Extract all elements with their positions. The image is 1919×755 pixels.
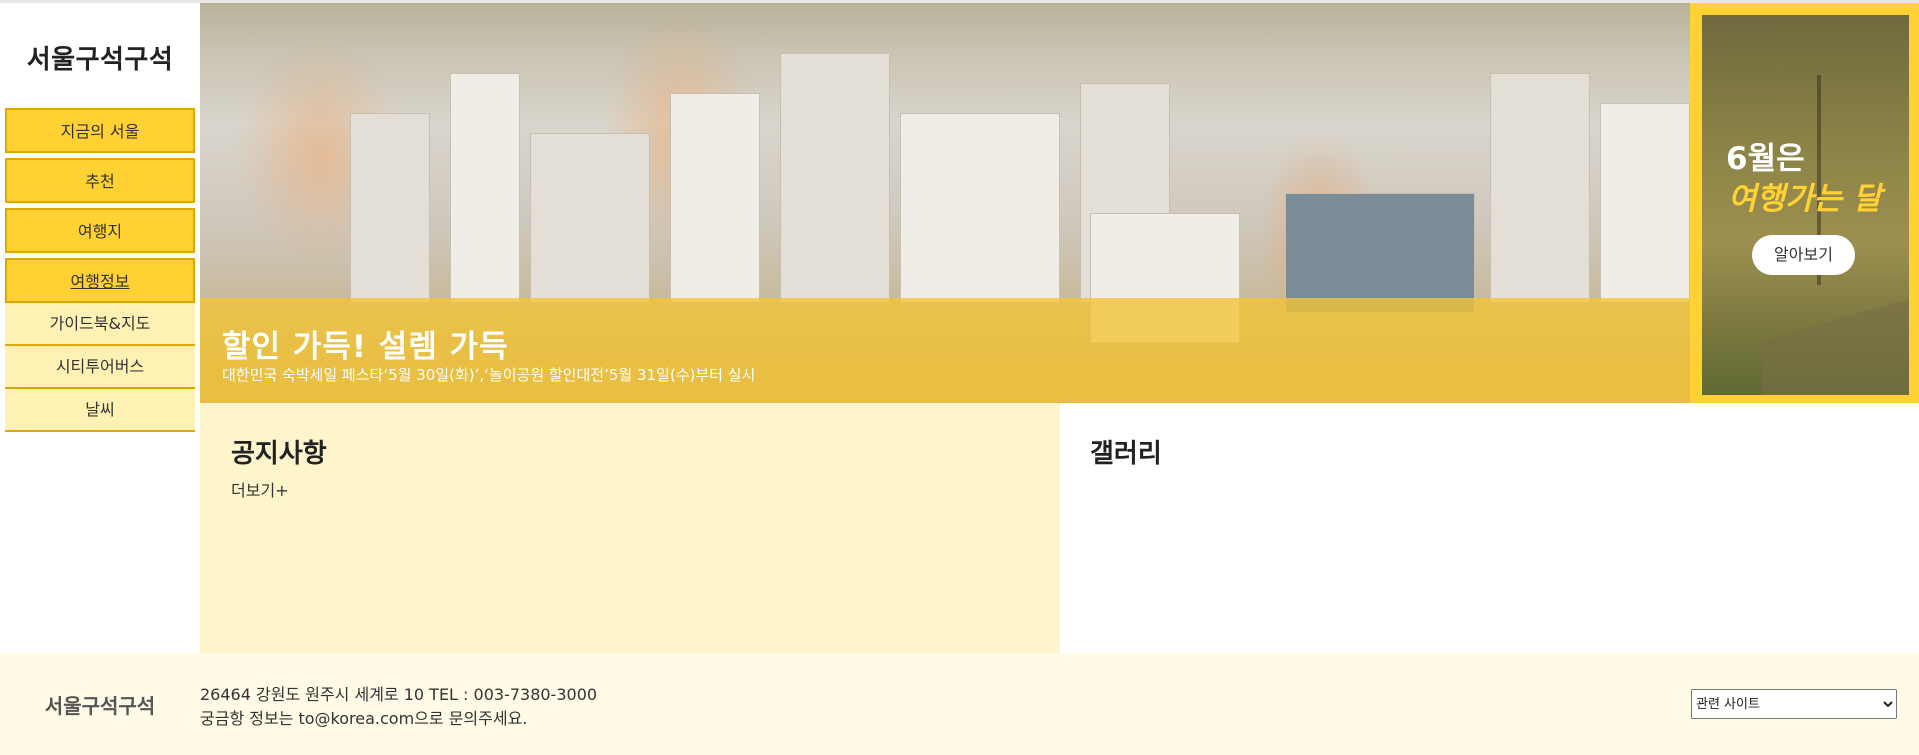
hero-title: 할인 가득! 설렘 가득 <box>222 329 509 365</box>
hero-building <box>1490 73 1590 303</box>
footer-contact: 궁금항 정보는 to@korea.com으로 문의주세요. <box>200 709 528 728</box>
menu-label: 여행정보 <box>70 272 130 291</box>
menu-label: 추천 <box>85 172 115 191</box>
promo-box: 6월은 여행가는 달 알아보기 <box>1690 3 1919 403</box>
hero-building <box>530 133 650 303</box>
submenu-label: 날씨 <box>85 400 115 419</box>
page: 서울구석구석 지금의 서울 추천 여행지 여행정보 가이드북&지도 시티투어버스… <box>0 0 1919 755</box>
footer-logo: 서울구석구석 <box>44 694 156 718</box>
menu-label: 지금의 서울 <box>60 122 140 141</box>
submenu-weather[interactable]: 날씨 <box>5 389 195 432</box>
hero-description: 대한민국 숙박세일 페스타‘5월 30일(화)’,‘놀이공원 할인대전’5월 3… <box>222 366 756 384</box>
fortress-wall <box>1762 289 1909 395</box>
sidebar: 서울구석구석 지금의 서울 추천 여행지 여행정보 가이드북&지도 시티투어버스… <box>0 3 200 653</box>
gallery-section: 갤러리 <box>1060 403 1919 653</box>
related-sites-select[interactable]: 관련 사이트 <box>1691 689 1897 719</box>
menu-now-seoul[interactable]: 지금의 서울 <box>5 108 195 153</box>
learn-more-button[interactable]: 알아보기 <box>1752 235 1855 275</box>
footer: 서울구석구석 26464 강원도 원주시 세계로 10 TEL : 003-73… <box>0 653 1919 755</box>
submenu-label: 시티투어버스 <box>55 357 145 376</box>
hero-building <box>1285 193 1475 313</box>
notice-more-link[interactable]: 더보기+ <box>231 477 289 501</box>
site-logo[interactable]: 서울구석구석 <box>0 39 200 76</box>
menu-label: 여행지 <box>77 222 123 241</box>
promo-heading-line2: 여행가는 달 <box>1728 181 1882 217</box>
notice-section: 공지사항 더보기+ <box>200 403 1060 653</box>
submenu-guidebook-map[interactable]: 가이드북&지도 <box>5 303 195 346</box>
submenu-label: 가이드북&지도 <box>49 314 151 333</box>
hero-building <box>900 113 1060 303</box>
hero-banner[interactable]: 할인 가득! 설렘 가득 대한민국 숙박세일 페스타‘5월 30일(화)’,‘놀… <box>200 3 1690 403</box>
promo-heading-line1: 6월은 <box>1726 141 1805 177</box>
footer-address: 26464 강원도 원주시 세계로 10 TEL : 003-7380-3000 <box>200 685 598 704</box>
menu-destinations[interactable]: 여행지 <box>5 208 195 253</box>
hero-building <box>780 53 890 303</box>
notice-title: 공지사항 <box>231 439 327 469</box>
hero-building <box>350 113 430 303</box>
gallery-title: 갤러리 <box>1090 439 1162 469</box>
submenu-city-tour-bus[interactable]: 시티투어버스 <box>5 346 195 389</box>
menu-travel-info[interactable]: 여행정보 <box>5 258 195 303</box>
hero-building <box>450 73 520 303</box>
menu-recommend[interactable]: 추천 <box>5 158 195 203</box>
hero-building <box>1600 103 1690 303</box>
hero-building <box>670 93 760 303</box>
